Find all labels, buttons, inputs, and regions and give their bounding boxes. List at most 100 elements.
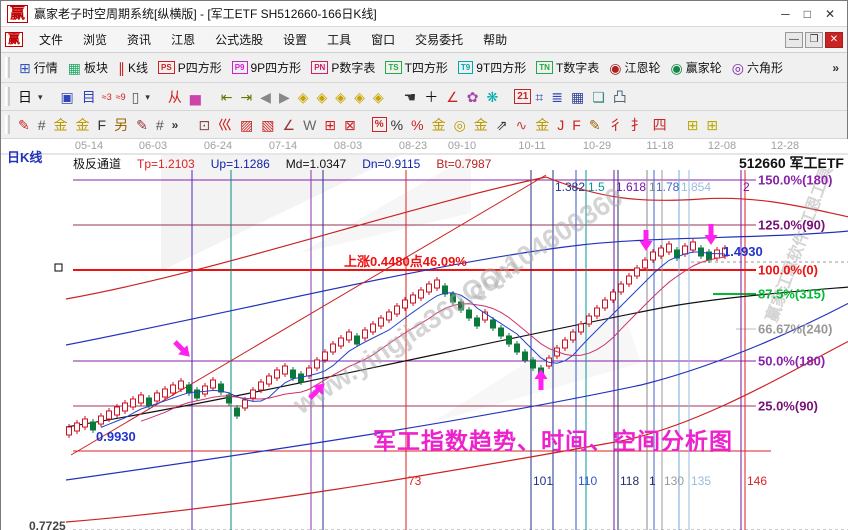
mdi-close-button[interactable]: ✕ — [825, 32, 843, 48]
tool-icon[interactable]: 另 — [110, 114, 132, 136]
tool-icon[interactable]: 从 — [164, 86, 186, 108]
minimize-button[interactable]: ─ — [781, 7, 790, 21]
tool-icon[interactable]: % — [407, 114, 427, 136]
toolbar-overflow-chevron[interactable]: » — [168, 118, 183, 132]
tool-icon[interactable]: 凸 — [609, 86, 631, 108]
tool-icon[interactable]: ∠ — [279, 114, 300, 136]
tool-icon[interactable]: 21 — [514, 89, 531, 104]
tool-icon[interactable]: ☚ — [400, 86, 421, 108]
tool-icon[interactable]: ≣ — [547, 86, 567, 108]
tool-icon[interactable]: 金 — [470, 114, 492, 136]
tool-icon[interactable]: ✎ — [14, 114, 34, 136]
toolbar-button-行情[interactable]: ⊞行情 — [14, 56, 63, 79]
tool-icon[interactable]: ✎ — [132, 114, 152, 136]
tool-icon[interactable]: ◈ — [331, 86, 350, 108]
tool-icon[interactable]: ✎ — [585, 114, 605, 136]
toolbar-button-T四方形[interactable]: TST四方形 — [380, 56, 453, 79]
menu-item-文件[interactable]: 文件 — [29, 30, 73, 50]
tool-icon[interactable]: ≈3 — [100, 86, 114, 108]
mdi-minimize-button[interactable]: — — [785, 32, 803, 48]
tool-icon[interactable]: ◈ — [313, 86, 332, 108]
toolbar-grip[interactable] — [5, 115, 10, 134]
tool-icon[interactable]: 四 — [649, 114, 671, 136]
tool-icon[interactable]: 金 — [50, 114, 72, 136]
toolbar1-overflow-chevron[interactable]: » — [826, 61, 845, 75]
tool-icon[interactable]: ▅ — [186, 86, 205, 108]
tool-icon[interactable]: ▧ — [257, 114, 278, 136]
tool-icon[interactable]: ▣ — [57, 86, 78, 108]
tool-icon[interactable]: % — [387, 114, 407, 136]
toolbar-button-T数字表[interactable]: TNT数字表 — [531, 56, 604, 79]
tool-icon[interactable]: # — [152, 114, 168, 136]
menu-item-交易委托[interactable]: 交易委托 — [405, 30, 473, 50]
menu-item-窗口[interactable]: 窗口 — [361, 30, 405, 50]
tool-icon[interactable]: ⊞ — [683, 114, 703, 136]
tool-icon[interactable]: ⌗ — [531, 86, 547, 108]
close-button[interactable]: ✕ — [825, 7, 835, 21]
maximize-button[interactable]: □ — [804, 7, 811, 21]
tool-icon[interactable]: ⊞ — [702, 114, 722, 136]
toolbar-button-六角形[interactable]: ◎六角形 — [727, 56, 788, 79]
tool-icon[interactable]: ⊠ — [340, 114, 360, 136]
tool-icon[interactable]: ▦ — [567, 86, 588, 108]
toolbar-button-江恩轮[interactable]: ◉江恩轮 — [604, 56, 665, 79]
tool-icon[interactable]: ▯ — [128, 86, 144, 108]
toolbar-button-K线[interactable]: ∥K线 — [113, 56, 153, 79]
tool-icon[interactable]: ≈9 — [114, 86, 128, 108]
toolbar-grip[interactable] — [5, 87, 10, 106]
tool-icon[interactable]: 彳 — [605, 114, 627, 136]
tool-icon[interactable]: ▶ — [275, 86, 294, 108]
tool-icon[interactable]: ⊞ — [320, 114, 340, 136]
tool-icon[interactable]: ⇗ — [492, 114, 512, 136]
menu-item-帮助[interactable]: 帮助 — [473, 30, 517, 50]
menu-item-资讯[interactable]: 资讯 — [117, 30, 161, 50]
tool-icon[interactable]: ▾ — [36, 86, 45, 108]
tool-icon[interactable]: ◈ — [350, 86, 369, 108]
tool-icon[interactable]: ⇤ — [217, 86, 237, 108]
tool-icon[interactable]: ◎ — [450, 114, 470, 136]
tool-icon[interactable]: ∿ — [512, 114, 532, 136]
tool-icon[interactable]: ⇥ — [236, 86, 256, 108]
menu-item-公式选股[interactable]: 公式选股 — [205, 30, 273, 50]
menu-item-浏览[interactable]: 浏览 — [73, 30, 117, 50]
toolbar-button-赢家轮[interactable]: ◉赢家轮 — [666, 56, 727, 79]
tool-icon[interactable]: ❋ — [483, 86, 503, 108]
tool-icon[interactable]: ⊡ — [194, 114, 214, 136]
tool-icon[interactable]: 金 — [531, 114, 553, 136]
tool-icon[interactable]: F — [94, 114, 111, 136]
tool-icon[interactable]: W — [299, 114, 320, 136]
tool-icon[interactable]: ∠ — [442, 86, 463, 108]
mdi-restore-button[interactable]: ❐ — [805, 32, 823, 48]
toolbar-button-9T四方形[interactable]: T99T四方形 — [453, 56, 531, 79]
tool-icon[interactable]: 巛 — [214, 114, 236, 136]
date-tick-label: 08-23 — [399, 140, 427, 152]
kline-chart-area[interactable]: www.yingjia360.comQQ:104600360赢家江恩软件 江恩工… — [1, 139, 848, 530]
tool-icon[interactable]: J — [553, 114, 568, 136]
tool-icon[interactable]: # — [34, 114, 50, 136]
tool-icon[interactable]: ◈ — [294, 86, 313, 108]
toolbar-button-P数字表[interactable]: PNP数字表 — [306, 56, 380, 79]
tool-icon[interactable]: F — [568, 114, 585, 136]
toolbar-button-P四方形[interactable]: PSP四方形 — [153, 56, 227, 79]
tool-icon[interactable]: 目 — [78, 86, 100, 108]
tool-icon[interactable]: % — [372, 117, 387, 132]
tool-icon[interactable]: 扌 — [627, 114, 649, 136]
tool-icon[interactable]: 金 — [428, 114, 450, 136]
tool-icon[interactable]: ▾ — [143, 86, 152, 108]
tool-icon[interactable]: 日 — [14, 86, 36, 108]
toolbar-button-9P四方形[interactable]: P99P四方形 — [227, 56, 306, 79]
menu-item-江恩[interactable]: 江恩 — [161, 30, 205, 50]
chart-canvas[interactable]: www.yingjia360.comQQ:104600360赢家江恩软件 江恩工… — [1, 139, 848, 530]
tool-icon[interactable]: ✿ — [463, 86, 483, 108]
menu-item-工具[interactable]: 工具 — [317, 30, 361, 50]
tool-icon[interactable]: ◈ — [369, 86, 388, 108]
menu-item-设置[interactable]: 设置 — [273, 30, 317, 50]
tool-icon[interactable]: ❏ — [588, 86, 609, 108]
tool-icon[interactable]: ＋ — [420, 86, 442, 108]
tool-icon[interactable]: ▨ — [236, 114, 257, 136]
toolbar-button-板块[interactable]: ▦板块 — [63, 56, 113, 79]
tool-icon[interactable]: ◀ — [256, 86, 275, 108]
level-label: 100.0%(0) — [758, 263, 818, 278]
toolbar-grip[interactable] — [5, 57, 10, 77]
tool-icon[interactable]: 金 — [72, 114, 94, 136]
